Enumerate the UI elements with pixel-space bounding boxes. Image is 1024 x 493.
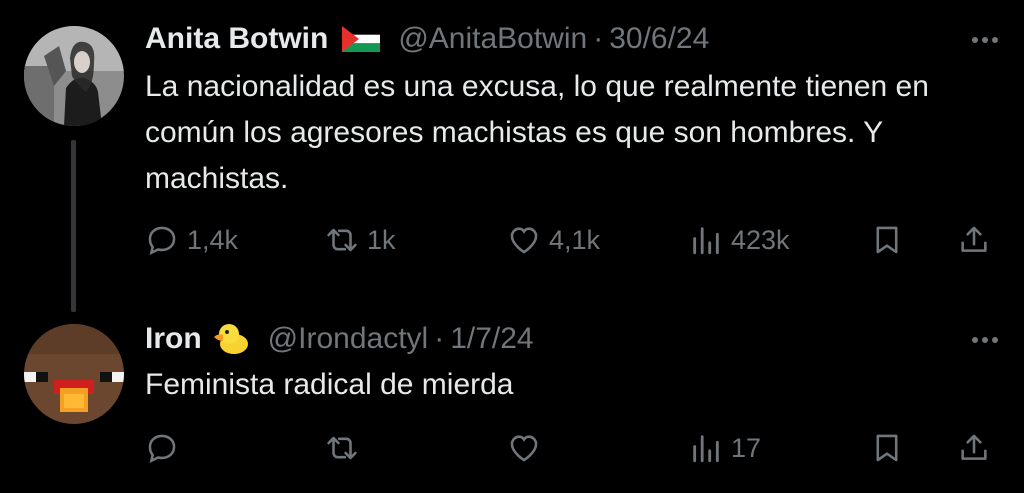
author-handle[interactable]: @AnitaBotwin [398,22,587,56]
share-button[interactable] [957,426,991,470]
reply-button[interactable]: 1,4k [145,218,238,262]
avatar[interactable] [24,26,124,126]
tweet-anita[interactable]: Anita Botwin @AnitaBotwin · 30/6/24 La n… [0,0,1024,312]
reply-icon [148,434,176,464]
palestine-flag-icon [342,26,381,52]
views-count: 423k [731,224,790,255]
action-bar: 17 [145,426,1005,470]
bookmark-icon [876,226,898,254]
like-count: 4,1k [549,224,601,255]
tweet-date[interactable]: 30/6/24 [609,22,709,56]
action-bar: 1,4k 1k 4,1k 423k [145,218,1005,262]
retweet-button[interactable]: 1k [325,218,396,262]
views-button[interactable]: 17 [689,426,761,470]
reply-button[interactable] [145,426,187,470]
thread-line [71,140,76,312]
like-button[interactable]: 4,1k [507,218,600,262]
author-name[interactable]: Iron [145,322,202,356]
reply-count: 1,4k [187,224,239,255]
bookmark-icon [876,434,898,462]
tweet-header: Iron @Irondactyl · 1/7/24 [145,322,534,356]
views-count: 17 [731,432,762,463]
tweet-text: La nacionalidad es una excusa, lo que re… [145,70,929,195]
share-button[interactable] [957,218,991,262]
duck-emoji-icon [213,322,250,356]
retweet-icon [327,436,357,460]
retweet-icon [327,228,357,252]
more-options-icon[interactable] [972,337,998,343]
heart-icon [510,435,538,462]
separator: · [593,22,604,55]
tweet-text: Feminista radical de mierda [145,368,514,401]
views-icon [693,227,719,255]
tweet-iron[interactable]: Iron @Irondactyl · 1/7/24 Feminista radi… [0,300,1024,493]
retweet-count: 1k [367,224,396,255]
share-icon [961,434,987,460]
share-icon [961,226,987,252]
author-handle[interactable]: @Irondactyl [268,322,429,356]
author-name[interactable]: Anita Botwin [145,22,328,56]
like-button[interactable] [507,426,549,470]
tweet-header: Anita Botwin @AnitaBotwin · 30/6/24 [145,22,709,56]
separator: · [434,322,445,355]
views-button[interactable]: 423k [689,218,790,262]
bookmark-button[interactable] [870,218,904,262]
views-icon [693,435,719,463]
heart-icon [510,227,538,254]
bookmark-button[interactable] [870,426,904,470]
avatar[interactable] [24,324,124,424]
more-options-icon[interactable] [972,37,998,43]
retweet-button[interactable] [325,426,367,470]
tweet-date[interactable]: 1/7/24 [450,322,533,356]
reply-icon [148,226,176,256]
